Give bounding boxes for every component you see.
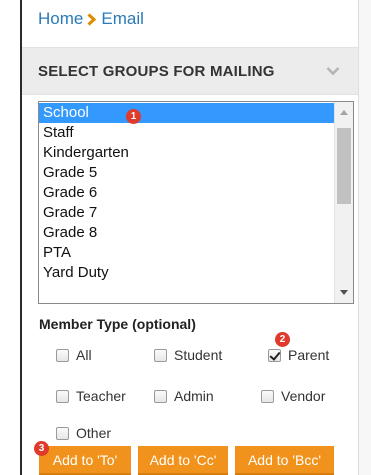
- chevron-right-icon: [87, 12, 97, 26]
- email-panel: Home Email SELECT GROUPS FOR MAILING Sch…: [22, 0, 358, 475]
- add-to-cc-button[interactable]: Add to 'Cc': [138, 446, 228, 475]
- checkbox-other[interactable]: Other: [56, 425, 111, 441]
- checkbox-student-box[interactable]: [154, 348, 167, 362]
- checkbox-admin-label: Admin: [174, 388, 214, 404]
- checkbox-student-label: Student: [174, 347, 223, 363]
- groups-listbox[interactable]: School Staff Kindergarten Grade 5 Grade …: [38, 101, 354, 304]
- member-type-label: Member Type (optional): [39, 316, 196, 332]
- chevron-down-icon[interactable]: [326, 66, 340, 76]
- annotation-badge-1: 1: [126, 109, 141, 124]
- group-option-staff[interactable]: Staff: [39, 123, 334, 143]
- add-to-bcc-button[interactable]: Add to 'Bcc': [235, 446, 334, 475]
- checkbox-parent-box[interactable]: [268, 348, 281, 362]
- section-title: SELECT GROUPS FOR MAILING: [38, 62, 275, 80]
- checkbox-all[interactable]: All: [56, 347, 92, 363]
- breadcrumb-email-link[interactable]: Email: [101, 9, 144, 29]
- breadcrumb: Home Email: [38, 9, 144, 29]
- listbox-scrollbar[interactable]: [334, 102, 353, 303]
- scrollbar-thumb[interactable]: [337, 128, 351, 204]
- scroll-up-arrow-icon[interactable]: [340, 110, 348, 115]
- breadcrumb-home-link[interactable]: Home: [38, 9, 83, 29]
- checkbox-teacher-box[interactable]: [56, 389, 69, 403]
- checkbox-teacher[interactable]: Teacher: [56, 388, 126, 404]
- checkbox-teacher-label: Teacher: [76, 388, 126, 404]
- annotation-badge-2: 2: [275, 332, 290, 347]
- checkbox-vendor-label: Vendor: [281, 388, 326, 404]
- group-option-kindergarten[interactable]: Kindergarten: [39, 143, 334, 163]
- group-option-grade-8[interactable]: Grade 8: [39, 223, 334, 243]
- section-header[interactable]: SELECT GROUPS FOR MAILING: [22, 47, 358, 95]
- checkbox-all-label: All: [76, 347, 92, 363]
- checkbox-other-label: Other: [76, 425, 112, 441]
- scroll-down-arrow-icon[interactable]: [340, 290, 348, 295]
- checkbox-student[interactable]: Student: [154, 347, 222, 363]
- checkbox-vendor-box[interactable]: [261, 389, 274, 403]
- checkbox-vendor[interactable]: Vendor: [261, 388, 325, 404]
- checkbox-admin[interactable]: Admin: [154, 388, 214, 404]
- annotation-badge-3: 3: [34, 441, 49, 456]
- right-gutter: [358, 0, 371, 475]
- group-option-yard-duty[interactable]: Yard Duty: [39, 263, 334, 283]
- checkbox-other-box[interactable]: [56, 426, 69, 440]
- group-option-pta[interactable]: PTA: [39, 243, 334, 263]
- checkbox-parent[interactable]: Parent: [268, 347, 329, 363]
- group-option-grade-5[interactable]: Grade 5: [39, 163, 334, 183]
- checkbox-admin-box[interactable]: [154, 389, 167, 403]
- group-option-grade-6[interactable]: Grade 6: [39, 183, 334, 203]
- group-option-grade-7[interactable]: Grade 7: [39, 203, 334, 223]
- groups-list: School Staff Kindergarten Grade 5 Grade …: [39, 103, 334, 283]
- group-option-school[interactable]: School: [39, 103, 334, 123]
- checkbox-parent-label: Parent: [288, 347, 330, 363]
- checkbox-all-box[interactable]: [56, 348, 69, 362]
- add-to-to-button[interactable]: Add to 'To': [39, 446, 131, 475]
